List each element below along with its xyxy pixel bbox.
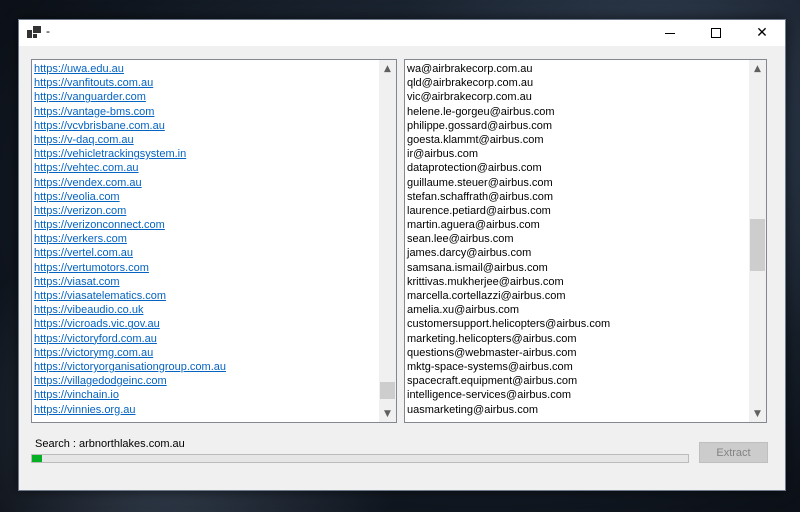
url-list-item[interactable]: https://veolia.com bbox=[34, 190, 378, 204]
email-list-item[interactable]: intelligence-services@airbus.com bbox=[407, 388, 748, 402]
url-list-item[interactable]: https://vibeaudio.co.uk bbox=[34, 303, 378, 317]
scroll-thumb[interactable] bbox=[750, 219, 765, 271]
email-list-item[interactable]: stefan.schaffrath@airbus.com bbox=[407, 190, 748, 204]
url-list-item[interactable]: https://verizon.com bbox=[34, 204, 378, 218]
url-list-item[interactable]: https://vanfitouts.com.au bbox=[34, 76, 378, 90]
email-list-item[interactable]: guillaume.steuer@airbus.com bbox=[407, 176, 748, 190]
scroll-down-arrow-icon[interactable]: ▼ bbox=[749, 405, 766, 422]
url-list-item[interactable]: https://victoryorganisationgroup.com.au bbox=[34, 360, 378, 374]
url-list-item[interactable]: https://viasatelematics.com bbox=[34, 289, 378, 303]
email-list-items: wa@airbrakecorp.com.au qld@airbrakecorp.c… bbox=[407, 62, 748, 417]
title-bar[interactable]: - ✕ bbox=[19, 20, 785, 46]
url-list-item[interactable]: https://vcvbrisbane.com.au bbox=[34, 119, 378, 133]
url-listbox[interactable]: https://uwa.edu.au https://vanfitouts.com… bbox=[31, 59, 397, 423]
scroll-up-arrow-icon[interactable]: ▲ bbox=[749, 60, 766, 77]
url-list-item[interactable]: https://vicroads.vic.gov.au bbox=[34, 317, 378, 331]
url-list-item[interactable]: https://vendex.com.au bbox=[34, 176, 378, 190]
email-list-item[interactable]: marcella.cortellazzi@airbus.com bbox=[407, 289, 748, 303]
email-list-item[interactable]: wa@airbrakecorp.com.au bbox=[407, 62, 748, 76]
email-list-item[interactable]: samsana.ismail@airbus.com bbox=[407, 261, 748, 275]
url-list-item[interactable]: https://victorymg.com.au bbox=[34, 346, 378, 360]
url-list-item[interactable]: https://verizonconnect.com bbox=[34, 218, 378, 232]
url-list-item[interactable]: https://v-daq.com.au bbox=[34, 133, 378, 147]
scroll-thumb[interactable] bbox=[380, 382, 395, 399]
email-list-item[interactable]: spacecraft.equipment@airbus.com bbox=[407, 374, 748, 388]
email-list-item[interactable]: goesta.klammt@airbus.com bbox=[407, 133, 748, 147]
scroll-up-arrow-icon[interactable]: ▲ bbox=[379, 60, 396, 77]
minimize-button[interactable] bbox=[647, 20, 693, 46]
email-list-item[interactable]: philippe.gossard@airbus.com bbox=[407, 119, 748, 133]
email-list-item[interactable]: vic@airbrakecorp.com.au bbox=[407, 90, 748, 104]
url-list-item[interactable]: https://vehicletrackingsystem.in bbox=[34, 147, 378, 161]
email-list-item[interactable]: ir@airbus.com bbox=[407, 147, 748, 161]
close-icon: ✕ bbox=[756, 25, 768, 41]
email-list-item[interactable]: customersupport.helicopters@airbus.com bbox=[407, 317, 748, 331]
email-list-item[interactable]: dataprotection@airbus.com bbox=[407, 161, 748, 175]
email-list-item[interactable]: laurence.petiard@airbus.com bbox=[407, 204, 748, 218]
url-list-item[interactable]: https://vinchain.io bbox=[34, 388, 378, 402]
url-list-item[interactable]: https://vehtec.com.au bbox=[34, 161, 378, 175]
email-list-item[interactable]: uasmarketing@airbus.com bbox=[407, 403, 748, 417]
url-list-items: https://uwa.edu.au https://vanfitouts.com… bbox=[34, 62, 378, 417]
email-list-item[interactable]: questions@webmaster-airbus.com bbox=[407, 346, 748, 360]
url-list-item[interactable]: https://vertel.com.au bbox=[34, 246, 378, 260]
email-list-item[interactable]: marketing.helicopters@airbus.com bbox=[407, 332, 748, 346]
scroll-down-arrow-icon[interactable]: ▼ bbox=[379, 405, 396, 422]
email-list-item[interactable]: mktg-space-systems@airbus.com bbox=[407, 360, 748, 374]
window-title: - bbox=[46, 24, 50, 38]
email-list-item[interactable]: martin.aguera@airbus.com bbox=[407, 218, 748, 232]
url-list-item[interactable]: https://vanguarder.com bbox=[34, 90, 378, 104]
email-list-item[interactable]: james.darcy@airbus.com bbox=[407, 246, 748, 260]
url-list-item[interactable]: https://victoryford.com.au bbox=[34, 332, 378, 346]
email-list-scrollbar[interactable]: ▲ ▼ bbox=[749, 60, 766, 422]
progress-bar bbox=[31, 454, 689, 463]
search-current-domain: arbnorthlakes.com.au bbox=[79, 438, 185, 450]
search-label: Search : bbox=[35, 438, 76, 450]
url-list-item[interactable]: https://uwa.edu.au bbox=[34, 62, 378, 76]
url-list-item[interactable]: https://vinnies.org.au bbox=[34, 403, 378, 417]
email-list-item[interactable]: krittivas.mukherjee@airbus.com bbox=[407, 275, 748, 289]
email-list-item[interactable]: qld@airbrakecorp.com.au bbox=[407, 76, 748, 90]
maximize-button[interactable] bbox=[693, 20, 739, 46]
email-list-item[interactable]: helene.le-gorgeu@airbus.com bbox=[407, 105, 748, 119]
close-button[interactable]: ✕ bbox=[739, 20, 785, 46]
maximize-icon bbox=[711, 28, 721, 38]
url-list-item[interactable]: https://villagedodgeinc.com bbox=[34, 374, 378, 388]
url-list-item[interactable]: https://vantage-bms.com bbox=[34, 105, 378, 119]
app-icon bbox=[27, 26, 41, 38]
email-list-item[interactable]: amelia.xu@airbus.com bbox=[407, 303, 748, 317]
url-list-item[interactable]: https://viasat.com bbox=[34, 275, 378, 289]
url-list-item[interactable]: https://vertumotors.com bbox=[34, 261, 378, 275]
minimize-icon bbox=[665, 32, 675, 34]
progress-fill bbox=[32, 455, 42, 462]
app-window: - ✕ https://uwa.edu.au https://vanfitouts… bbox=[18, 19, 786, 491]
email-list-item[interactable]: sean.lee@airbus.com bbox=[407, 232, 748, 246]
url-list-item[interactable]: https://verkers.com bbox=[34, 232, 378, 246]
url-list-scrollbar[interactable]: ▲ ▼ bbox=[379, 60, 396, 422]
extract-button[interactable]: Extract bbox=[699, 442, 768, 463]
email-listbox[interactable]: wa@airbrakecorp.com.au qld@airbrakecorp.c… bbox=[404, 59, 767, 423]
